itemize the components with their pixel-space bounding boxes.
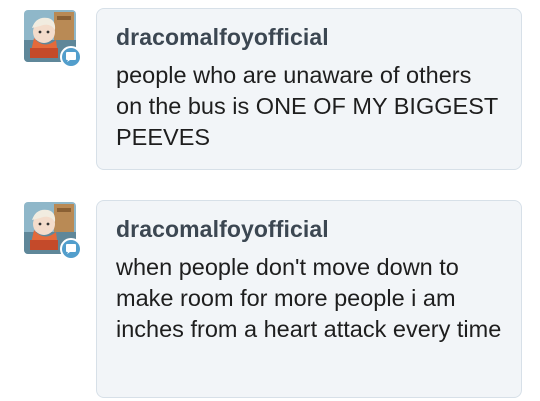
message-bubble: dracomalfoyofficial people who are unawa… (96, 8, 522, 170)
username-link[interactable]: dracomalfoyofficial (116, 22, 503, 52)
message-text: people who are unaware of others on the … (116, 62, 498, 150)
username-link[interactable]: dracomalfoyofficial (116, 214, 503, 244)
message-text: when people don't move down to make room… (116, 254, 502, 342)
chat-bubble-icon (60, 46, 82, 68)
chat-thread: dracomalfoyofficial people who are unawa… (0, 0, 540, 401)
avatar-container[interactable] (24, 202, 82, 260)
message-bubble: dracomalfoyofficial when people don't mo… (96, 200, 522, 398)
chat-post: dracomalfoyofficial when people don't mo… (0, 192, 540, 398)
chat-post: dracomalfoyofficial people who are unawa… (0, 0, 540, 180)
avatar-container[interactable] (24, 10, 82, 68)
chat-bubble-icon (60, 238, 82, 260)
